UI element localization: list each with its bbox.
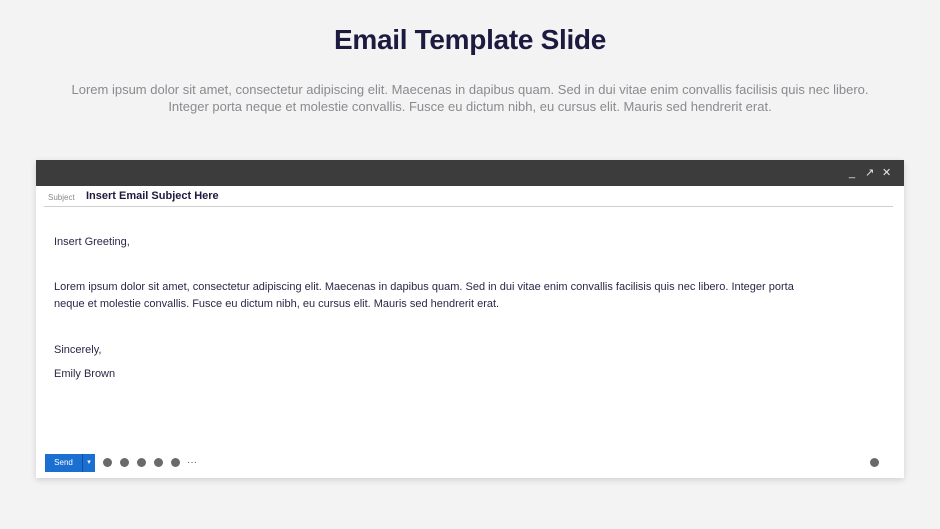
slide-title: Email Template Slide [333, 24, 607, 55]
subject-input[interactable]: Insert Email Subject Here [86, 190, 219, 202]
format-icon[interactable] [103, 458, 112, 467]
image-icon[interactable] [171, 458, 180, 467]
discard-icon[interactable] [870, 458, 879, 467]
subject-row: Subject Insert Email Subject Here [44, 186, 893, 207]
link-icon[interactable] [137, 458, 146, 467]
email-signature[interactable]: Emily Brown [54, 366, 115, 383]
close-icon[interactable]: ✕ [882, 165, 891, 181]
slide-subtitle: Lorem ipsum dolor sit amet, consectetur … [71, 82, 869, 114]
expand-icon[interactable]: ↗ [865, 165, 874, 181]
minimize-icon[interactable]: _ [848, 165, 856, 181]
send-options-caret-icon[interactable]: ▾ [83, 454, 95, 472]
toolbar-actions: ··· [103, 458, 197, 468]
email-body[interactable]: Lorem ipsum dolor sit amet, consectetur … [54, 279, 814, 313]
subject-label: Subject [48, 193, 75, 202]
emoji-icon[interactable] [154, 458, 163, 467]
attach-icon[interactable] [120, 458, 129, 467]
email-greeting[interactable]: Insert Greeting, [54, 234, 130, 251]
email-window: _ ↗ ✕ Subject Insert Email Subject Here … [36, 160, 904, 478]
compose-toolbar: Send ▾ ··· [45, 454, 895, 472]
more-options-icon[interactable]: ··· [187, 458, 197, 468]
send-group: Send ▾ [45, 454, 95, 472]
window-controls: _ ↗ ✕ [848, 165, 891, 181]
send-button[interactable]: Send [45, 454, 83, 472]
window-titlebar[interactable]: _ ↗ ✕ [36, 160, 904, 186]
email-closing[interactable]: Sincerely, [54, 342, 101, 359]
